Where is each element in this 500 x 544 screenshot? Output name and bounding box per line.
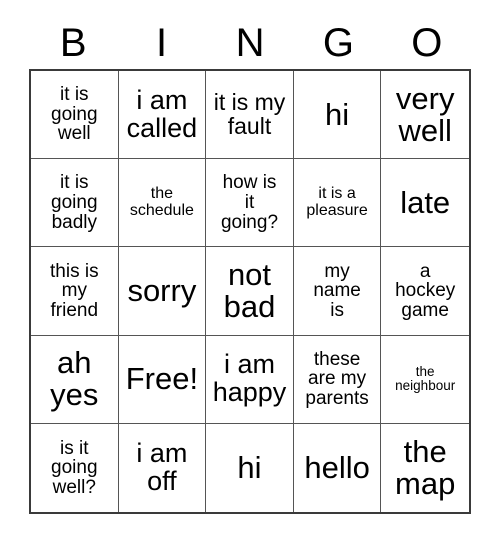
bingo-cell-label: it is a pleasure — [306, 185, 368, 219]
bingo-cell[interactable]: the neighbour — [381, 335, 469, 424]
bingo-cell[interactable]: hello — [293, 423, 382, 512]
bingo-cell-label: the map — [395, 433, 456, 501]
bingo-cell-label: the schedule — [129, 185, 194, 219]
bingo-cell[interactable]: i am off — [118, 423, 207, 512]
bingo-cell[interactable]: it is a pleasure — [293, 159, 382, 248]
bingo-cell[interactable]: sorry — [118, 247, 207, 336]
bingo-cell[interactable]: it is my fault — [206, 71, 294, 160]
bingo-cell[interactable]: it is going well — [31, 71, 119, 160]
bingo-cell[interactable]: hi — [293, 71, 382, 160]
bingo-cell-label: a hockey game — [395, 260, 456, 321]
bingo-cell[interactable]: ah yes — [31, 335, 119, 424]
bingo-card: B I N G O it is going well i am called it … — [0, 0, 500, 544]
bingo-cell[interactable]: is it going well? — [31, 423, 119, 512]
bingo-cell[interactable]: it is going badly — [31, 159, 119, 248]
bingo-cell-label: late — [400, 184, 451, 220]
bingo-header-letter-n: N — [235, 20, 265, 65]
bingo-cell[interactable]: i am happy — [206, 335, 294, 424]
bingo-cell-label: i am called — [126, 84, 198, 143]
bingo-cell[interactable]: the schedule — [118, 159, 207, 248]
bingo-grid: it is going well i am called it is my faul… — [29, 69, 471, 514]
bingo-cell-label: i am off — [136, 438, 188, 496]
bingo-cell-label: it is going badly — [51, 172, 98, 233]
bingo-cell-label: sorry — [127, 273, 197, 309]
bingo-cell[interactable]: not bad — [206, 247, 294, 336]
bingo-cell-label: the neighbour — [395, 364, 456, 394]
bingo-header-letter-b: B — [59, 20, 87, 65]
bingo-cell[interactable]: a hockey game — [381, 247, 469, 336]
bingo-cell-label: these are my parents — [305, 348, 369, 409]
bingo-header-row: B I N G O — [29, 16, 471, 69]
bingo-cell[interactable]: hi — [206, 423, 294, 512]
bingo-free-space-cell[interactable]: Free! — [118, 335, 207, 424]
bingo-cell-label: it is going well — [51, 84, 98, 145]
bingo-cell[interactable]: i am called — [118, 71, 207, 160]
bingo-cell-label: Free! — [125, 361, 199, 397]
bingo-cell[interactable]: my name is — [293, 247, 382, 336]
bingo-cell[interactable]: the map — [381, 423, 469, 512]
bingo-cell[interactable]: very well — [381, 71, 469, 160]
bingo-cell-label: hi — [237, 449, 262, 485]
bingo-cell-label: is it going well? — [51, 437, 98, 498]
bingo-cell-label: my name is — [313, 260, 361, 321]
bingo-header-letter-o: O — [411, 20, 443, 65]
bingo-cell[interactable]: this is my friend — [31, 247, 119, 336]
bingo-cell-label: this is my friend — [50, 260, 99, 321]
bingo-cell-label: how is it going? — [220, 172, 279, 233]
bingo-cell[interactable]: late — [381, 159, 469, 248]
bingo-cell-label: very well — [395, 80, 455, 148]
bingo-header-letter-g: G — [322, 20, 354, 65]
bingo-cell[interactable]: how is it going? — [206, 159, 294, 248]
bingo-header-letter-i: I — [156, 20, 168, 65]
bingo-cell-label: not bad — [223, 257, 276, 324]
bingo-cell-label: ah yes — [50, 345, 99, 413]
bingo-cell-label: hello — [304, 449, 370, 485]
bingo-cell-label: hi — [325, 96, 350, 132]
bingo-cell[interactable]: these are my parents — [293, 335, 382, 424]
bingo-cell-label: it is my fault — [213, 88, 286, 139]
bingo-cell-label: i am happy — [212, 349, 287, 408]
